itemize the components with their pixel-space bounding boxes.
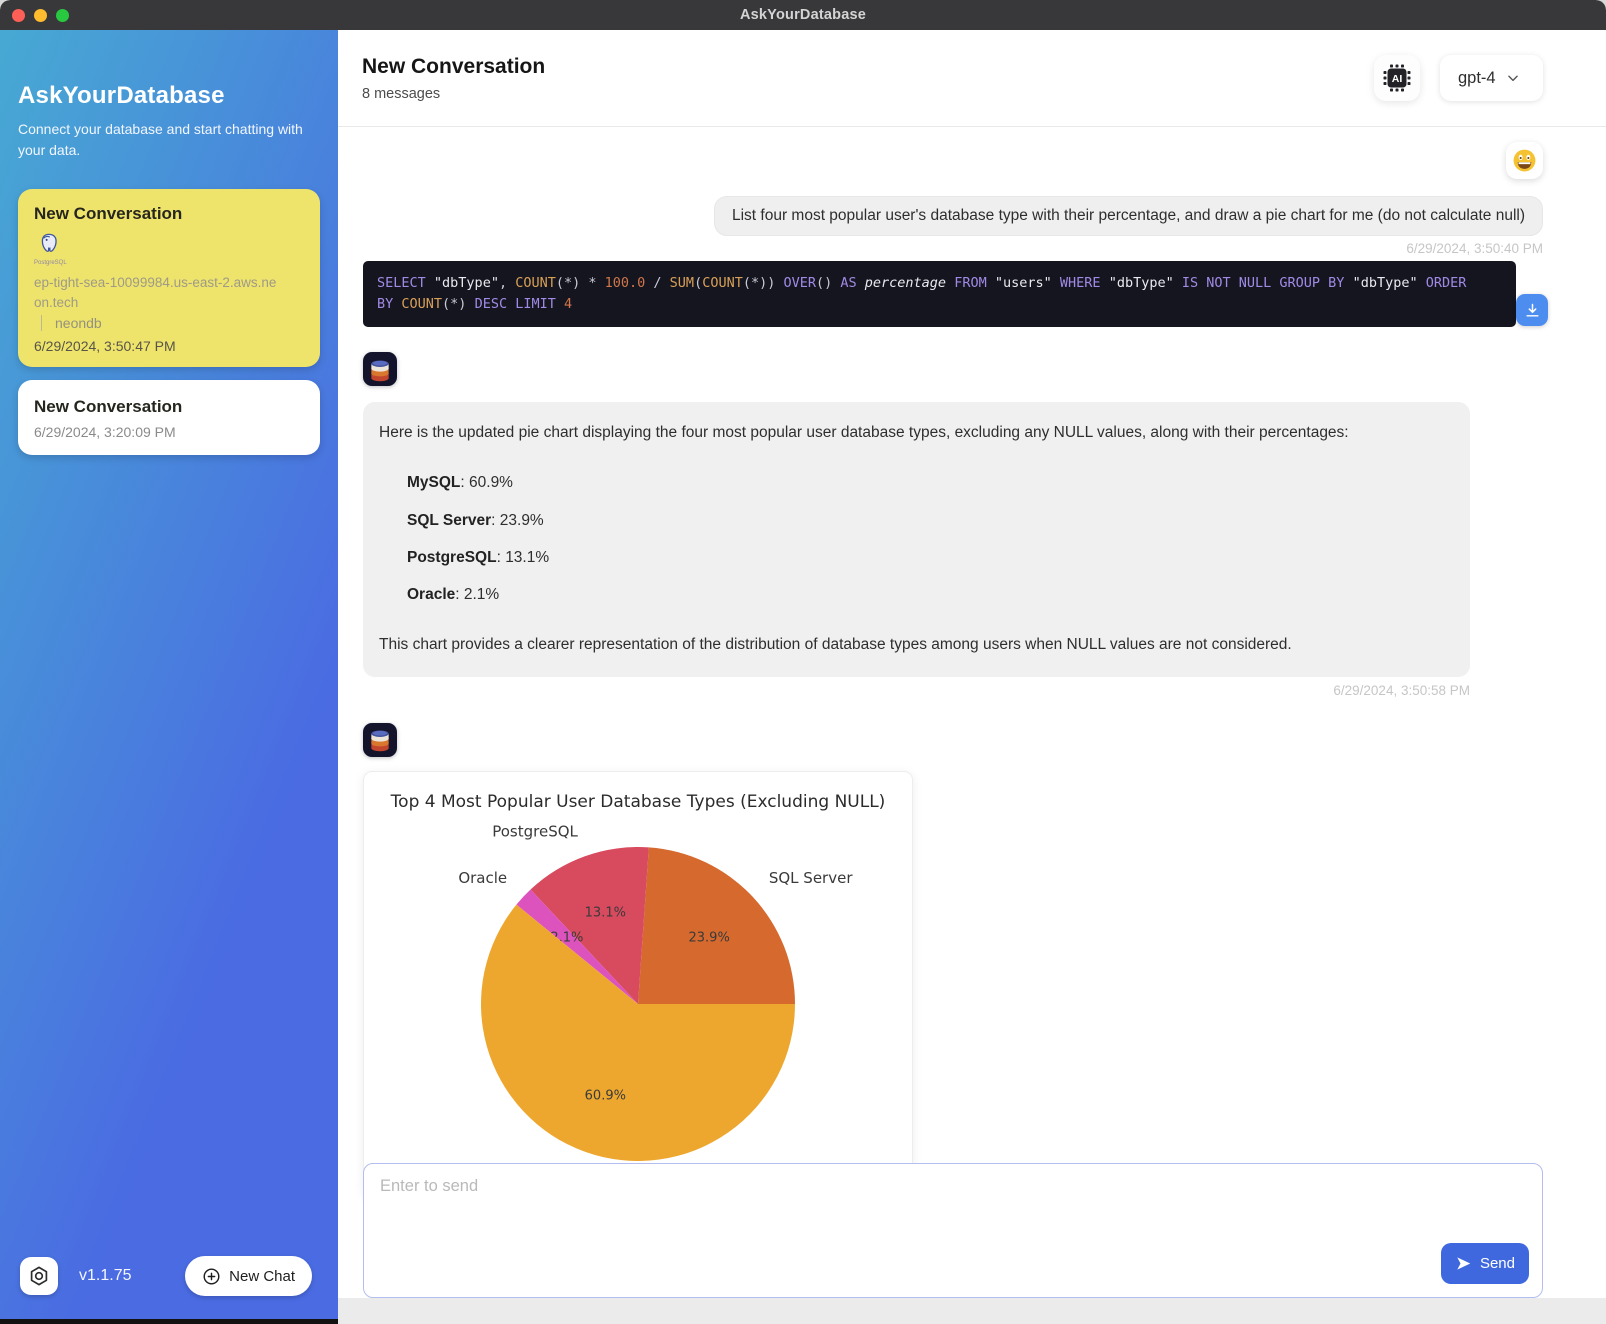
chat-area: List four most popular user's database t… [338, 128, 1606, 1298]
pie-chart-card: Top 4 Most Popular User Database Types (… [363, 771, 913, 1198]
assistant-avatar [363, 723, 397, 757]
svg-text:AI: AI [1392, 73, 1403, 85]
pie-name-label: PostgreSQL [492, 822, 578, 840]
settings-button[interactable] [20, 1257, 58, 1295]
pie-name-label: Oracle [458, 868, 507, 886]
traffic-lights [12, 0, 69, 30]
main-header: New Conversation 8 messages AI [338, 30, 1606, 127]
database-name: neondb [41, 315, 304, 331]
ai-mode-button[interactable]: AI [1374, 55, 1420, 101]
message-count: 8 messages [362, 86, 545, 102]
chart-title: Top 4 Most Popular User Database Types (… [364, 792, 912, 812]
download-icon [1524, 302, 1541, 319]
assistant-message-timestamp: 6/29/2024, 3:50:58 PM [363, 683, 1470, 698]
pie-pct-label: 13.1% [585, 905, 626, 920]
sidebar: AskYourDatabase Connect your database an… [0, 30, 338, 1319]
conversation-card[interactable]: New Conversation 6/29/2024, 3:20:09 PM [18, 380, 320, 455]
send-plane-icon [1455, 1255, 1472, 1272]
app-name: AskYourDatabase [18, 82, 320, 110]
db-type-item: MySQL: 60.9% [407, 464, 1454, 501]
model-selector-value: gpt-4 [1458, 69, 1496, 88]
send-label: Send [1480, 1255, 1515, 1272]
pie-chart: 23.9%SQL Server13.1%PostgreSQL2.1%Oracle… [364, 812, 912, 1184]
window-bottom-edge [0, 1319, 338, 1324]
app-tagline: Connect your database and start chatting… [18, 119, 310, 161]
user-avatar [1506, 142, 1543, 179]
new-chat-label: New Chat [229, 1268, 295, 1285]
pie-pct-label: 23.9% [689, 930, 730, 945]
database-stack-icon [369, 357, 391, 382]
chevron-down-icon [1506, 71, 1520, 85]
assistant-avatar [363, 352, 397, 386]
minimize-window-button[interactable] [34, 9, 47, 22]
send-button[interactable]: Send [1441, 1243, 1529, 1284]
ai-chip-icon: AI [1381, 62, 1413, 94]
app-window: AskYourDatabase AskYourDatabase Connect … [0, 0, 1606, 1324]
page-title: New Conversation [362, 55, 545, 79]
model-selector[interactable]: gpt-4 [1440, 55, 1543, 101]
db-type-item: Oracle: 2.1% [407, 576, 1454, 613]
main-panel: New Conversation 8 messages AI [338, 30, 1606, 1324]
conversation-card-selected[interactable]: New Conversation PostgreSQL ep-tight-sea… [18, 189, 320, 367]
db-type-item: PostgreSQL: 13.1% [407, 539, 1454, 576]
conversation-title: New Conversation [34, 397, 304, 417]
assistant-intro: Here is the updated pie chart displaying… [379, 421, 1454, 444]
conversation-title: New Conversation [34, 204, 304, 224]
sql-code: SELECT "dbType", COUNT(*) * 100.0 / SUM(… [363, 261, 1516, 327]
plus-circle-icon [202, 1267, 221, 1286]
sidebar-bottom-bar: v1.1.75 New Chat [20, 1256, 312, 1296]
assistant-message-bubble: Here is the updated pie chart displaying… [363, 402, 1470, 677]
database-stack-icon [369, 727, 391, 752]
assistant-outro: This chart provides a clearer representa… [379, 633, 1454, 656]
conversation-timestamp: 6/29/2024, 3:50:47 PM [34, 338, 304, 354]
footer-strip [338, 1298, 1606, 1324]
db-type-list: MySQL: 60.9%SQL Server: 23.9%PostgreSQL:… [407, 464, 1454, 613]
postgresql-icon: PostgreSQL [34, 232, 64, 266]
download-result-button[interactable] [1516, 294, 1548, 326]
conversation-timestamp: 6/29/2024, 3:20:09 PM [34, 424, 304, 440]
zoom-window-button[interactable] [56, 9, 69, 22]
close-window-button[interactable] [12, 9, 25, 22]
db-type-item: SQL Server: 23.9% [407, 502, 1454, 539]
user-message-bubble: List four most popular user's database t… [714, 196, 1543, 236]
user-message-timestamp: 6/29/2024, 3:50:40 PM [1406, 241, 1543, 256]
sql-query-block: SELECT "dbType", COUNT(*) * 100.0 / SUM(… [363, 261, 1516, 327]
composer: Send [363, 1163, 1543, 1298]
gear-icon [27, 1264, 51, 1288]
new-chat-button[interactable]: New Chat [185, 1256, 312, 1296]
pie-name-label: SQL Server [769, 868, 853, 886]
message-input[interactable] [364, 1164, 1542, 1297]
pie-pct-label: 60.9% [585, 1088, 626, 1103]
window-title: AskYourDatabase [740, 7, 866, 23]
smiley-emoji-icon [1512, 148, 1537, 173]
database-host: ep-tight-sea-10099984.us-east-2.aws.neon… [34, 273, 279, 312]
titlebar: AskYourDatabase [0, 0, 1606, 30]
app-version: v1.1.75 [79, 1267, 131, 1285]
postgresql-icon-label: PostgreSQL [34, 260, 64, 266]
